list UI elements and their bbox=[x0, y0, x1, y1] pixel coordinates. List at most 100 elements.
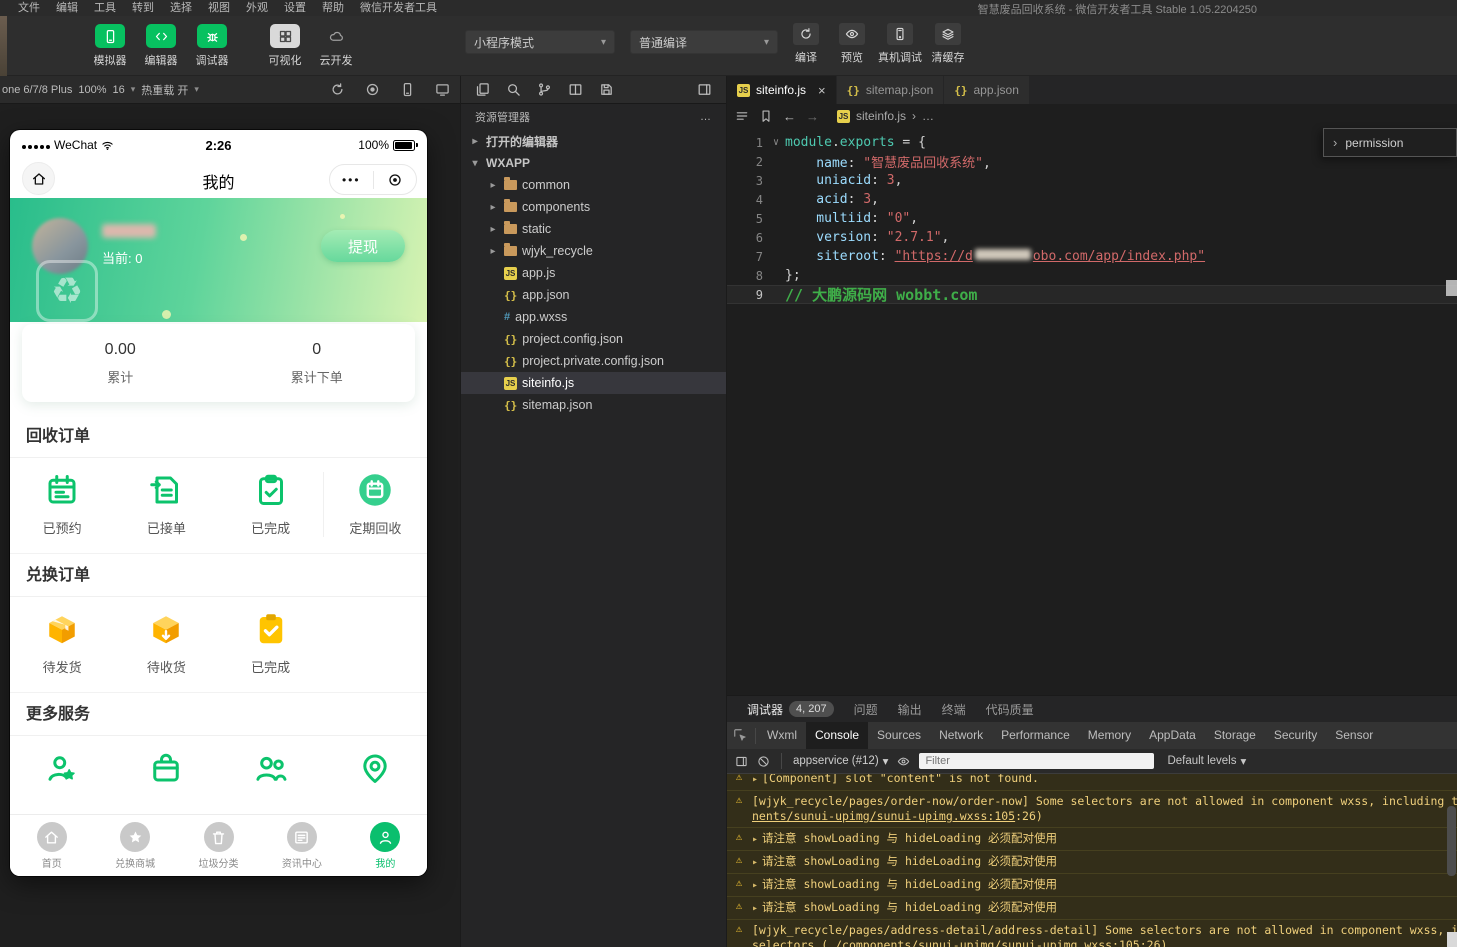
devtools-tab-Performance[interactable]: Performance bbox=[992, 722, 1079, 749]
menu-item[interactable]: 选择 bbox=[162, 0, 200, 16]
devtools-tab-Wxml[interactable]: Wxml bbox=[758, 722, 806, 749]
entry-service[interactable] bbox=[114, 750, 218, 786]
entry-定期回收[interactable]: 定期回收 bbox=[323, 472, 427, 537]
file-static[interactable]: ▸static bbox=[461, 218, 726, 240]
breadcrumb[interactable]: JS siteinfo.js › … bbox=[837, 109, 934, 123]
refresh-icon[interactable] bbox=[330, 82, 345, 97]
inspector-button[interactable]: 调试器 bbox=[188, 24, 236, 68]
entry-service[interactable] bbox=[323, 750, 427, 786]
console-sidebar-icon[interactable] bbox=[735, 755, 748, 768]
devtools-tab-Network[interactable]: Network bbox=[930, 722, 992, 749]
explorer-more-icon[interactable]: … bbox=[700, 111, 712, 123]
real-device-button[interactable]: 真机调试 bbox=[878, 23, 922, 65]
split-editor-icon[interactable] bbox=[568, 82, 583, 97]
toggle-panel-icon[interactable] bbox=[697, 82, 712, 97]
expand-caret-icon[interactable]: ▸ bbox=[752, 903, 758, 914]
source-control-icon[interactable] bbox=[537, 82, 552, 97]
log-levels-select[interactable]: Default levels ▾ bbox=[1167, 754, 1246, 768]
menu-item[interactable]: 外观 bbox=[238, 0, 276, 16]
file-sitemap.json[interactable]: {}sitemap.json bbox=[461, 394, 726, 416]
save-all-icon[interactable] bbox=[599, 82, 614, 97]
entry-service[interactable] bbox=[219, 750, 323, 786]
file-project.private.config.json[interactable]: {}project.private.config.json bbox=[461, 350, 726, 372]
fold-chevron-icon[interactable]: ∨ bbox=[767, 137, 785, 148]
devtools-tab-Sources[interactable]: Sources bbox=[868, 722, 930, 749]
menu-item[interactable]: 工具 bbox=[86, 0, 124, 16]
compile-button[interactable]: 编译 bbox=[786, 23, 826, 65]
hot-reload-toggle[interactable]: 热重载 开 bbox=[141, 82, 188, 98]
console-scrollbar[interactable] bbox=[1447, 806, 1456, 876]
inspect-element-icon[interactable] bbox=[727, 728, 753, 744]
tabbar-兑换商城[interactable]: 兑换商城 bbox=[93, 815, 176, 876]
file-components[interactable]: ▸components bbox=[461, 196, 726, 218]
network-select[interactable]: 16 bbox=[112, 84, 124, 96]
entry-待发货[interactable]: 待发货 bbox=[10, 611, 114, 676]
files-icon[interactable] bbox=[475, 82, 490, 97]
panel-tab-调试器[interactable]: 调试器 4, 207 bbox=[737, 696, 844, 722]
devtools-tab-AppData[interactable]: AppData bbox=[1140, 722, 1205, 749]
tab-app.json[interactable]: {} app.json bbox=[944, 76, 1030, 104]
expand-caret-icon[interactable]: ▸ bbox=[752, 774, 758, 785]
menu-item[interactable]: 帮助 bbox=[314, 0, 352, 16]
outline-icon[interactable] bbox=[735, 109, 749, 123]
expand-caret-icon[interactable]: ▸ bbox=[752, 834, 758, 845]
zoom-select[interactable]: 100% bbox=[78, 84, 106, 96]
home-button[interactable] bbox=[22, 162, 55, 195]
device-select[interactable]: one 6/7/8 Plus bbox=[2, 84, 72, 96]
close-tab-icon[interactable]: × bbox=[818, 83, 826, 98]
more-menu-button[interactable]: ••• bbox=[330, 173, 373, 187]
menu-item[interactable]: 设置 bbox=[276, 0, 314, 16]
devtools-tab-Security[interactable]: Security bbox=[1265, 722, 1326, 749]
console-message[interactable]: ⚠ ▸请注意 showLoading 与 hideLoading 必须配对使用 bbox=[727, 851, 1457, 874]
forward-icon[interactable]: → bbox=[806, 109, 819, 124]
console-message[interactable]: ⚠ [wjyk_recycle/pages/order-now/order-no… bbox=[727, 791, 1457, 828]
minimize-button[interactable] bbox=[374, 172, 417, 188]
tab-siteinfo.js[interactable]: JS siteinfo.js × bbox=[727, 76, 837, 104]
mode-select[interactable]: 小程序模式 ▾ bbox=[465, 30, 615, 54]
cloud-button[interactable]: 云开发 bbox=[312, 24, 360, 68]
console-message[interactable]: ⚠ ▸请注意 showLoading 与 hideLoading 必须配对使用 bbox=[727, 828, 1457, 851]
tabbar-首页[interactable]: 首页 bbox=[10, 815, 93, 876]
file-app.js[interactable]: JSapp.js bbox=[461, 262, 726, 284]
entry-待收货[interactable]: 待收货 bbox=[114, 611, 218, 676]
panel-tab-问题[interactable]: 问题 bbox=[844, 696, 888, 722]
compile-mode-select[interactable]: 普通编译 ▾ bbox=[630, 30, 778, 54]
file-project.config.json[interactable]: {}project.config.json bbox=[461, 328, 726, 350]
live-expression-icon[interactable] bbox=[897, 755, 910, 768]
tabbar-资讯中心[interactable]: 资讯中心 bbox=[260, 815, 343, 876]
tab-sitemap.json[interactable]: {} sitemap.json bbox=[837, 76, 945, 104]
file-siteinfo.js[interactable]: JSsiteinfo.js bbox=[461, 372, 726, 394]
devtools-tab-Storage[interactable]: Storage bbox=[1205, 722, 1265, 749]
panel-tab-输出[interactable]: 输出 bbox=[888, 696, 932, 722]
context-select[interactable]: appservice (#12) ▾ bbox=[793, 754, 888, 768]
rotate-device-icon[interactable] bbox=[400, 82, 415, 97]
tabbar-垃圾分类[interactable]: 垃圾分类 bbox=[177, 815, 260, 876]
file-common[interactable]: ▸common bbox=[461, 174, 726, 196]
menu-item[interactable]: 文件 bbox=[10, 0, 48, 16]
devtools-tab-Sensor[interactable]: Sensor bbox=[1326, 722, 1382, 749]
project-root[interactable]: ▾ WXAPP bbox=[461, 152, 726, 174]
file-app.wxss[interactable]: #app.wxss bbox=[461, 306, 726, 328]
entry-已完成[interactable]: 已完成 bbox=[219, 472, 323, 537]
panel-tab-终端[interactable]: 终端 bbox=[932, 696, 976, 722]
expand-caret-icon[interactable]: ▸ bbox=[752, 880, 758, 891]
simulator-button[interactable]: 模拟器 bbox=[86, 24, 134, 68]
expand-caret-icon[interactable]: ▸ bbox=[752, 857, 758, 868]
fullscreen-icon[interactable] bbox=[435, 82, 450, 97]
back-icon[interactable]: ← bbox=[783, 109, 796, 124]
bookmark-icon[interactable] bbox=[759, 109, 773, 123]
console-message[interactable]: ⚠ ▸请注意 showLoading 与 hideLoading 必须配对使用 bbox=[727, 897, 1457, 920]
source-link[interactable]: nents/sunui-upimg/sunui-upimg.wxss:105 bbox=[752, 809, 1015, 823]
entry-已预约[interactable]: 已预约 bbox=[10, 472, 114, 537]
clear-cache-button[interactable]: 清缓存 bbox=[928, 23, 968, 65]
console-scrollbar-thumb[interactable] bbox=[1447, 932, 1457, 947]
menu-item[interactable]: 微信开发者工具 bbox=[352, 0, 445, 16]
entry-service[interactable] bbox=[10, 750, 114, 786]
console-message[interactable]: ⚠ [wjyk_recycle/pages/address-detail/add… bbox=[727, 920, 1457, 947]
console-filter-input[interactable] bbox=[919, 753, 1154, 769]
menu-item[interactable]: 编辑 bbox=[48, 0, 86, 16]
console-message[interactable]: ⚠ ▸请注意 showLoading 与 hideLoading 必须配对使用 bbox=[727, 874, 1457, 897]
file-wjyk_recycle[interactable]: ▸wjyk_recycle bbox=[461, 240, 726, 262]
withdraw-button[interactable]: 提现 bbox=[321, 230, 405, 262]
record-icon[interactable] bbox=[365, 82, 380, 97]
